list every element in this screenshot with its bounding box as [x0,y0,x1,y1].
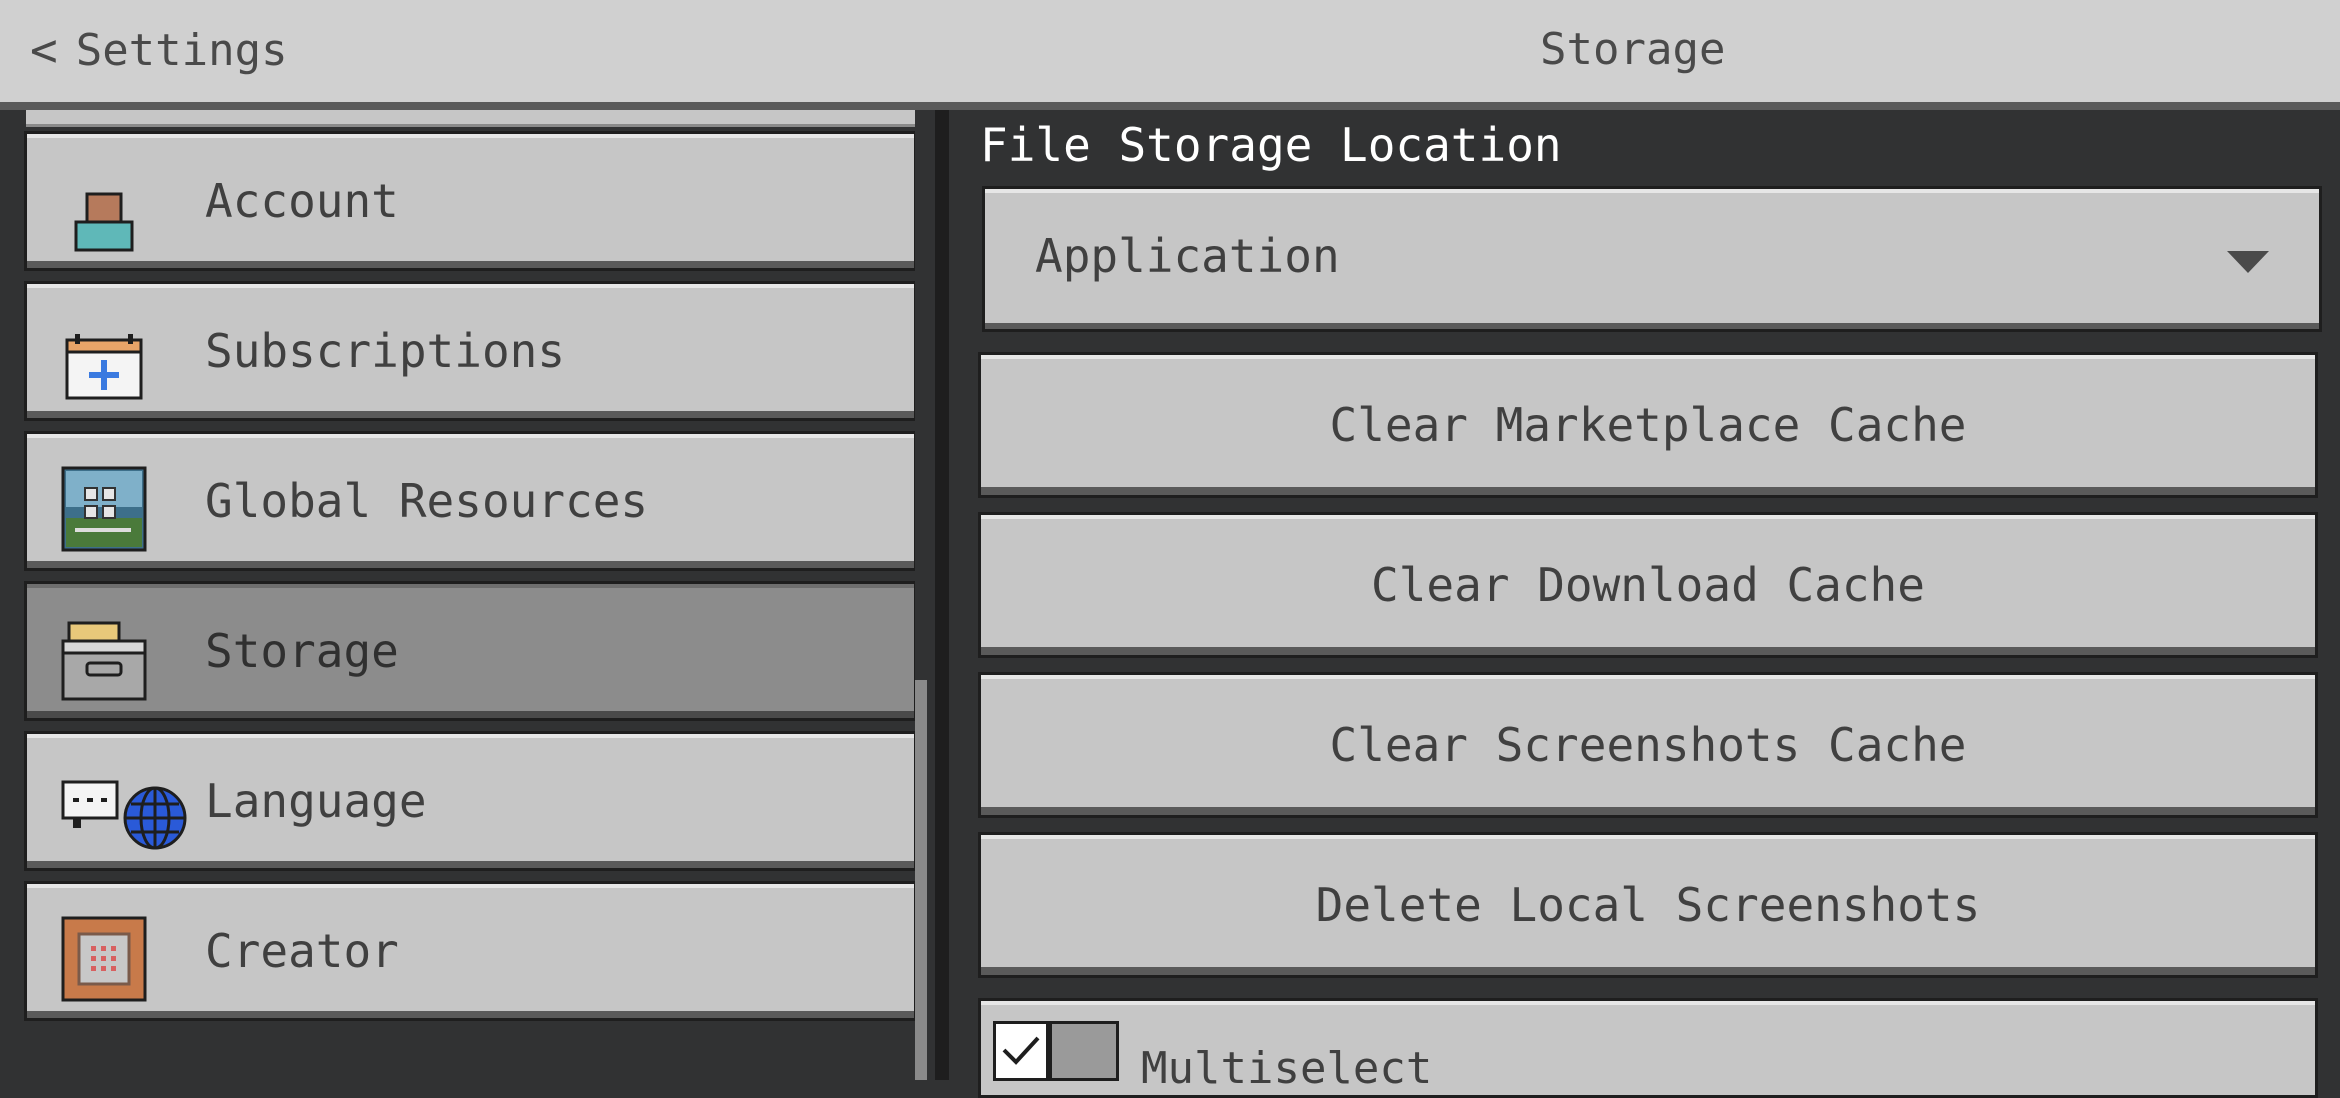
sidebar-item-label: Creator [205,924,399,978]
panel-divider [935,110,949,1080]
dropdown-selected-value: Application [1035,229,1340,283]
sidebar-item-label: Account [205,174,399,228]
command-block-icon [61,916,147,1002]
sidebar-item-global-resources[interactable]: Global Resources [24,431,917,571]
delete-local-screenshots-button[interactable]: Delete Local Screenshots [978,832,2318,978]
checkmark-icon [993,1021,1049,1081]
file-storage-location-label: File Storage Location [980,118,1562,172]
toggle-knob [1049,1021,1119,1081]
calendar-plus-icon [61,324,147,410]
resource-pack-icon [61,466,147,552]
dropdown-arrow-icon [2227,251,2269,273]
page-title: Storage [1540,24,1726,75]
sidebar-item-language[interactable]: Language [24,731,917,871]
account-icon [61,180,147,266]
sidebar-item-label: Storage [205,624,399,678]
chevron-left-icon: < [30,23,58,77]
sidebar-item-label: Global Resources [205,474,649,528]
clear-download-cache-button[interactable]: Clear Download Cache [978,512,2318,658]
chat-globe-icon [61,772,191,858]
clear-screenshots-cache-button[interactable]: Clear Screenshots Cache [978,672,2318,818]
sidebar-item-storage[interactable]: Storage [24,581,917,721]
back-button[interactable]: < Settings [30,20,288,80]
top-bar: < Settings Storage [0,0,2340,102]
sidebar-item-label: Subscriptions [205,324,566,378]
sidebar-item-creator[interactable]: Creator [24,881,917,1021]
back-label: Settings [75,24,288,76]
sidebar-item-account[interactable]: Account [24,131,917,271]
sidebar-scrollbar-thumb[interactable] [915,680,927,1080]
multiselect-toggle[interactable]: Multiselect [978,998,2318,1098]
storage-drawer-icon [61,618,147,704]
sidebar-item-partial[interactable] [26,110,915,127]
clear-marketplace-cache-button[interactable]: Clear Marketplace Cache [978,352,2318,498]
multiselect-label: Multiselect [1141,1043,1433,1094]
header-divider [0,102,2340,110]
sidebar-item-subscriptions[interactable]: Subscriptions [24,281,917,421]
sidebar-item-label: Language [205,774,427,828]
file-storage-location-dropdown[interactable]: Application [982,186,2322,332]
